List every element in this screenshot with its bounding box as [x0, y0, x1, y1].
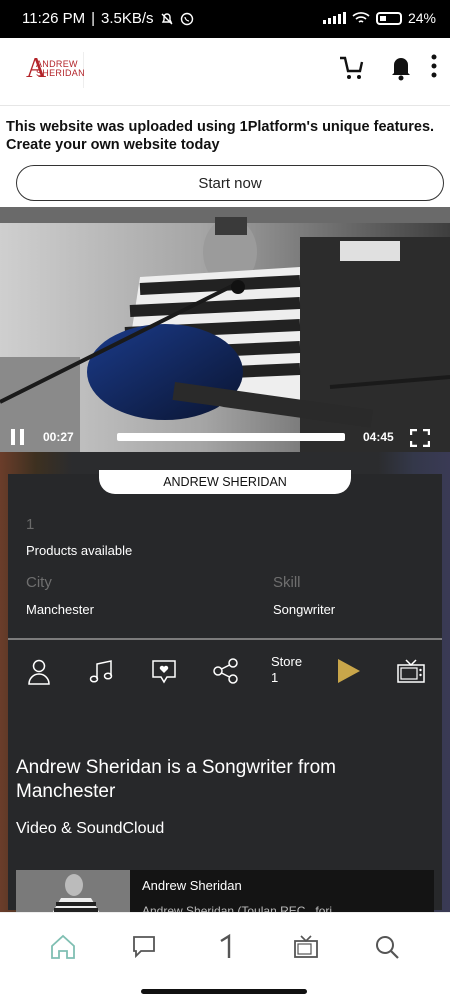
video-seek-bar[interactable]	[117, 433, 345, 441]
products-label: Products available	[26, 543, 133, 558]
video-duration: 04:45	[363, 430, 394, 444]
signal-icon	[322, 12, 346, 24]
city-label: City	[26, 574, 52, 591]
music-note-icon[interactable]	[87, 656, 117, 686]
logo[interactable]: A ANDREW SHERIDAN	[26, 52, 85, 88]
fullscreen-icon[interactable]	[410, 429, 430, 447]
status-time: 11:26 PM	[22, 10, 86, 27]
promo-text: This website was uploaded using 1Platfor…	[6, 119, 435, 153]
status-left: 11:26 PM | 3.5KB/s	[22, 10, 194, 27]
platform-icon[interactable]	[212, 933, 240, 961]
app-header: A ANDREW SHERIDAN	[0, 38, 450, 106]
tv-nav-icon[interactable]	[292, 933, 320, 961]
cart-icon[interactable]	[337, 52, 367, 82]
store-link[interactable]: Store 1	[271, 654, 302, 686]
video-player[interactable]	[0, 207, 450, 452]
bell-icon[interactable]	[386, 52, 416, 82]
media-title: Andrew Sheridan	[142, 878, 242, 893]
profile-icon-row: Store 1	[0, 652, 450, 692]
media-thumbnail	[16, 870, 130, 915]
video-frame	[0, 207, 450, 452]
more-vertical-icon[interactable]	[427, 52, 441, 82]
user-icon[interactable]	[24, 656, 54, 686]
search-icon[interactable]	[373, 933, 401, 961]
play-icon[interactable]	[334, 656, 364, 686]
logo-text: ANDREW SHERIDAN	[36, 59, 85, 78]
battery-level: 24	[407, 10, 424, 26]
profile-name-tab: ANDREW SHERIDAN	[99, 470, 351, 494]
mute-icon	[161, 12, 173, 24]
heart-message-icon[interactable]	[149, 656, 179, 686]
status-right: 24%	[322, 10, 436, 26]
whatsapp-icon	[180, 12, 193, 25]
store-label: Store	[271, 654, 303, 669]
pause-icon[interactable]	[10, 429, 26, 445]
section-title: Video & SoundCloud	[16, 820, 165, 837]
store-count: 1	[271, 670, 279, 685]
products-count: 1	[26, 516, 35, 533]
media-item[interactable]: Andrew Sheridan Andrew Sheridan (Toulan …	[16, 870, 434, 918]
chat-icon[interactable]	[130, 933, 158, 961]
city-value: Manchester	[26, 602, 94, 617]
profile-headline: Andrew Sheridan is a Songwriter from Man…	[16, 757, 336, 802]
wifi-icon	[352, 12, 370, 23]
share-icon[interactable]	[211, 656, 241, 686]
start-now-button[interactable]: Start now	[16, 165, 444, 201]
battery-icon	[375, 11, 402, 25]
divider	[8, 638, 442, 640]
tv-icon[interactable]	[396, 656, 426, 686]
video-controls: 00:27 04:45	[0, 429, 450, 451]
status-net-speed: 3.5KB/s	[101, 10, 154, 27]
skill-label: Skill	[273, 574, 301, 591]
home-indicator	[141, 989, 307, 994]
profile-card	[8, 474, 442, 910]
home-icon[interactable]	[49, 933, 77, 961]
skill-value: Songwriter	[273, 602, 336, 617]
video-current-time: 00:27	[43, 430, 74, 444]
bottom-nav	[0, 912, 450, 1000]
status-bar: 11:26 PM | 3.5KB/s 24%	[0, 0, 450, 38]
